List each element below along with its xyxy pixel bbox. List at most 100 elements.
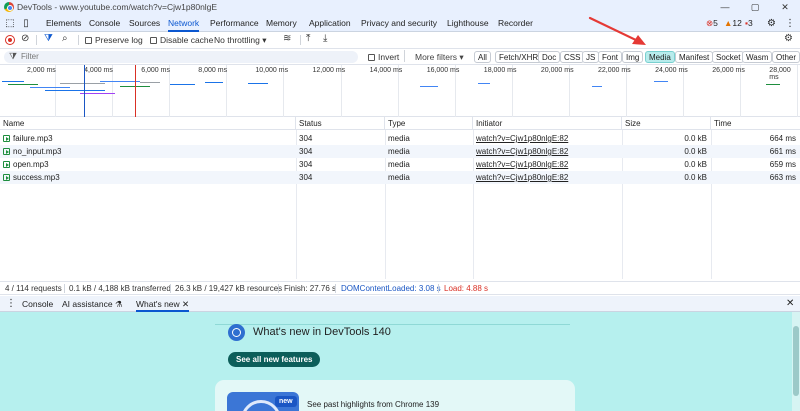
initiator-link[interactable]: watch?v=Cjw1p80nlgE:82 xyxy=(476,134,568,143)
filter-funnel-icon: ⧩ xyxy=(9,51,18,61)
network-conditions-icon[interactable]: ≋ xyxy=(283,33,291,44)
whats-new-label: What's new xyxy=(136,299,180,309)
checkbox-box[interactable] xyxy=(368,54,375,61)
close-window-button[interactable]: ✕ xyxy=(770,0,800,15)
more-filters-label: More filters xyxy=(415,52,458,62)
invert-checkbox[interactable]: Invert xyxy=(368,52,399,62)
preserve-log-checkbox[interactable]: Preserve log xyxy=(85,35,143,45)
export-har-icon[interactable]: ⤓ xyxy=(323,33,327,44)
load-time: Load: 4.88 s xyxy=(444,284,489,293)
transferred-size: 0.1 kB / 4,188 kB transferred xyxy=(69,284,171,293)
maximize-button[interactable]: ▢ xyxy=(740,0,770,15)
tab-performance[interactable]: Performance xyxy=(210,15,259,32)
search-icon[interactable]: ⌕ xyxy=(62,33,68,44)
warnings-badge[interactable]: ▲12 xyxy=(724,15,742,32)
requests-table: Name Status Type Initiator Size Time fai… xyxy=(0,117,800,279)
tab-privacy-and-security[interactable]: Privacy and security xyxy=(361,15,437,32)
errors-count: 5 xyxy=(713,18,718,28)
column-header-status[interactable]: Status xyxy=(296,117,385,130)
tab-elements[interactable]: Elements xyxy=(46,15,81,32)
drawer-tabs: ⋮ Console AI assistance ⚗ What's new ✕ ✕ xyxy=(0,296,800,312)
filter-chip-other[interactable]: Other xyxy=(772,51,800,63)
network-toolbar: ⊘ ⧩ ⌕ Preserve log Disable cache No thro… xyxy=(0,32,800,49)
table-row[interactable]: success.mp3 304 media watch?v=Cjw1p80nlg… xyxy=(0,171,800,184)
window-title: DevTools - www.youtube.com/watch?v=Cjw1p… xyxy=(17,2,218,12)
whats-new-title: What's new in DevTools 140 xyxy=(253,326,391,338)
status-cell: 304 xyxy=(299,160,313,169)
throttling-select[interactable]: No throttling ▾ xyxy=(214,35,267,46)
disable-cache-label: Disable cache xyxy=(160,35,214,45)
timeline-tick-label: 14,000 ms xyxy=(369,67,403,74)
checkbox-box[interactable] xyxy=(150,37,157,44)
close-tab-icon[interactable]: ✕ xyxy=(182,299,189,309)
drawer-menu-icon[interactable]: ⋮ xyxy=(6,296,16,312)
ai-assistance-label: AI assistance xyxy=(62,299,113,309)
filter-chip-socket[interactable]: Socket xyxy=(712,51,745,63)
close-drawer-icon[interactable]: ✕ xyxy=(786,296,794,312)
requests-count: 4 / 114 requests xyxy=(5,284,62,293)
tab-lighthouse[interactable]: Lighthouse xyxy=(447,15,489,32)
timeline-tick-label: 22,000 ms xyxy=(598,67,631,74)
column-header-initiator[interactable]: Initiator xyxy=(473,117,622,130)
disable-cache-checkbox[interactable]: Disable cache xyxy=(150,35,213,45)
column-header-time[interactable]: Time xyxy=(711,117,800,130)
minimize-button[interactable]: — xyxy=(710,0,740,15)
initiator-link[interactable]: watch?v=Cjw1p80nlgE:82 xyxy=(476,147,568,156)
device-toolbar-icon[interactable]: ▯ xyxy=(20,15,32,32)
tab-application[interactable]: Application xyxy=(309,15,351,32)
filter-chip-font[interactable]: Font xyxy=(598,51,623,63)
filter-input-box[interactable]: ⧩ Filter xyxy=(4,51,358,63)
media-file-icon xyxy=(3,148,10,155)
status-divider xyxy=(64,284,65,293)
preserve-log-label: Preserve log xyxy=(95,35,143,45)
filter-chip-wasm[interactable]: Wasm xyxy=(742,51,773,63)
tab-sources[interactable]: Sources xyxy=(129,15,160,32)
panel-scrollbar[interactable] xyxy=(792,312,800,411)
load-marker xyxy=(135,65,136,117)
status-divider xyxy=(438,284,439,293)
filter-chip-doc[interactable]: Doc xyxy=(538,51,561,63)
clear-icon[interactable]: ⊘ xyxy=(21,33,29,44)
see-all-features-button[interactable]: See all new features xyxy=(228,352,321,367)
table-row[interactable]: open.mp3 304 media watch?v=Cjw1p80nlgE:8… xyxy=(0,158,800,171)
network-settings-gear-icon[interactable]: ⚙ xyxy=(784,33,793,44)
time-cell: 659 ms xyxy=(769,160,796,169)
filter-chip-img[interactable]: Img xyxy=(622,51,644,63)
filter-chip-manifest[interactable]: Manifest xyxy=(675,51,714,63)
filter-chip-media[interactable]: Media xyxy=(645,51,675,63)
filter-chip-css[interactable]: CSS xyxy=(560,51,585,63)
drawer-tab-console[interactable]: Console xyxy=(22,296,53,312)
import-har-icon[interactable]: ⤒ xyxy=(306,33,310,44)
column-header-name[interactable]: Name xyxy=(0,117,296,130)
timeline-tick-label: 16,000 ms xyxy=(426,67,460,74)
column-header-type[interactable]: Type xyxy=(385,117,473,130)
initiator-link[interactable]: watch?v=Cjw1p80nlgE:82 xyxy=(476,160,568,169)
tab-network[interactable]: Network xyxy=(168,15,200,32)
filter-placeholder: Filter xyxy=(21,52,39,61)
filter-chip-fetch-xhr[interactable]: Fetch/XHR xyxy=(495,51,543,63)
more-options-icon[interactable]: ⋮ xyxy=(785,15,795,32)
filter-chip-js[interactable]: JS xyxy=(582,51,600,63)
invert-label: Invert xyxy=(378,52,400,62)
network-overview-timeline[interactable]: 2,000 ms 4,000 ms 6,000 ms 8,000 ms 10,000 m… xyxy=(0,65,800,117)
errors-badge[interactable]: ⊗5 xyxy=(706,15,718,32)
more-filters-dropdown[interactable]: More filters ▾ xyxy=(415,52,464,63)
column-header-size[interactable]: Size xyxy=(622,117,711,130)
table-row[interactable]: failure.mp3 304 media watch?v=Cjw1p80nlg… xyxy=(0,132,800,145)
table-row[interactable]: no_input.mp3 304 media watch?v=Cjw1p80nl… xyxy=(0,145,800,158)
tab-memory[interactable]: Memory xyxy=(266,15,297,32)
filter-chip-all[interactable]: All xyxy=(474,51,491,63)
past-highlights-card[interactable]: new See past highlights from Chrome 139 xyxy=(215,380,575,411)
checkbox-box[interactable] xyxy=(85,37,92,44)
settings-gear-icon[interactable]: ⚙ xyxy=(767,15,776,32)
inspect-element-icon[interactable]: ⬚ xyxy=(4,15,16,32)
record-stop-button[interactable] xyxy=(5,35,15,45)
filter-funnel-icon[interactable]: ⧩ xyxy=(44,33,53,44)
drawer-tab-ai-assistance[interactable]: AI assistance ⚗ xyxy=(62,296,123,312)
initiator-link[interactable]: watch?v=Cjw1p80nlgE:82 xyxy=(476,173,568,182)
tab-console[interactable]: Console xyxy=(89,15,120,32)
scroll-thumb[interactable] xyxy=(793,326,799,396)
tab-recorder[interactable]: Recorder xyxy=(498,15,533,32)
issues-badge[interactable]: ▪3 xyxy=(745,15,753,32)
drawer-tab-whats-new[interactable]: What's new ✕ xyxy=(136,296,190,312)
